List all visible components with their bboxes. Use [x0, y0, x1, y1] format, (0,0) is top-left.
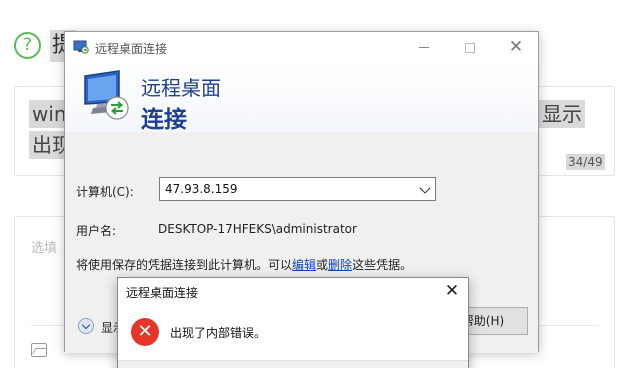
window-title: 远程桌面连接 — [95, 42, 168, 56]
computer-value: 47.93.8.159 — [165, 182, 238, 196]
close-icon: ✕ — [444, 281, 460, 301]
edit-credentials-link[interactable]: 编辑 — [292, 258, 316, 272]
error-dialog-footer — [118, 360, 468, 368]
help-circle-icon: ? — [14, 32, 41, 59]
remote-desktop-logo-icon — [84, 70, 129, 120]
content-text-right-1: 显示 — [539, 100, 585, 128]
rdp-header-banner: 远程桌面 连接 — [65, 62, 538, 133]
char-counter: 34/49 — [566, 154, 605, 170]
chevron-down-icon[interactable] — [419, 182, 431, 194]
credentials-note-suffix: 这些凭据。 — [352, 258, 413, 272]
close-icon: ✕ — [508, 37, 524, 56]
close-button[interactable]: ✕ — [493, 32, 539, 62]
image-upload-icon[interactable] — [31, 343, 47, 357]
username-value: DESKTOP-17HFEKS\administrator — [158, 222, 357, 236]
show-options-chevron-icon[interactable] — [78, 318, 94, 334]
username-label: 用户名: — [76, 224, 117, 238]
computer-combobox[interactable]: 47.93.8.159 — [159, 177, 436, 201]
optional-placeholder: 选填 — [31, 241, 58, 256]
maximize-button[interactable] — [447, 32, 493, 62]
credentials-note-or: 或 — [316, 258, 329, 272]
computer-label: 计算机(C): — [76, 185, 134, 199]
error-dialog: 远程桌面连接 ✕ ✕ 出现了内部错误。 — [117, 277, 469, 368]
error-message: 出现了内部错误。 — [170, 326, 267, 340]
minimize-icon — [419, 47, 429, 49]
error-icon: ✕ — [131, 318, 159, 346]
error-dialog-title: 远程桌面连接 — [126, 286, 199, 300]
header-title-line2: 连接 — [141, 107, 187, 133]
header-title-line1: 远程桌面 — [141, 76, 221, 100]
window-titlebar[interactable]: 远程桌面连接 ✕ — [65, 32, 538, 62]
delete-credentials-link[interactable]: 删除 — [328, 258, 352, 272]
credentials-note: 将使用保存的凭据连接到此计算机。可以编辑或删除这些凭据。 — [76, 256, 412, 273]
minimize-button[interactable] — [401, 32, 447, 62]
error-dialog-close-button[interactable]: ✕ — [440, 280, 464, 302]
remote-desktop-app-icon — [73, 40, 89, 54]
credentials-note-prefix: 将使用保存的凭据连接到此计算机。可以 — [76, 258, 293, 272]
maximize-icon — [465, 42, 475, 53]
